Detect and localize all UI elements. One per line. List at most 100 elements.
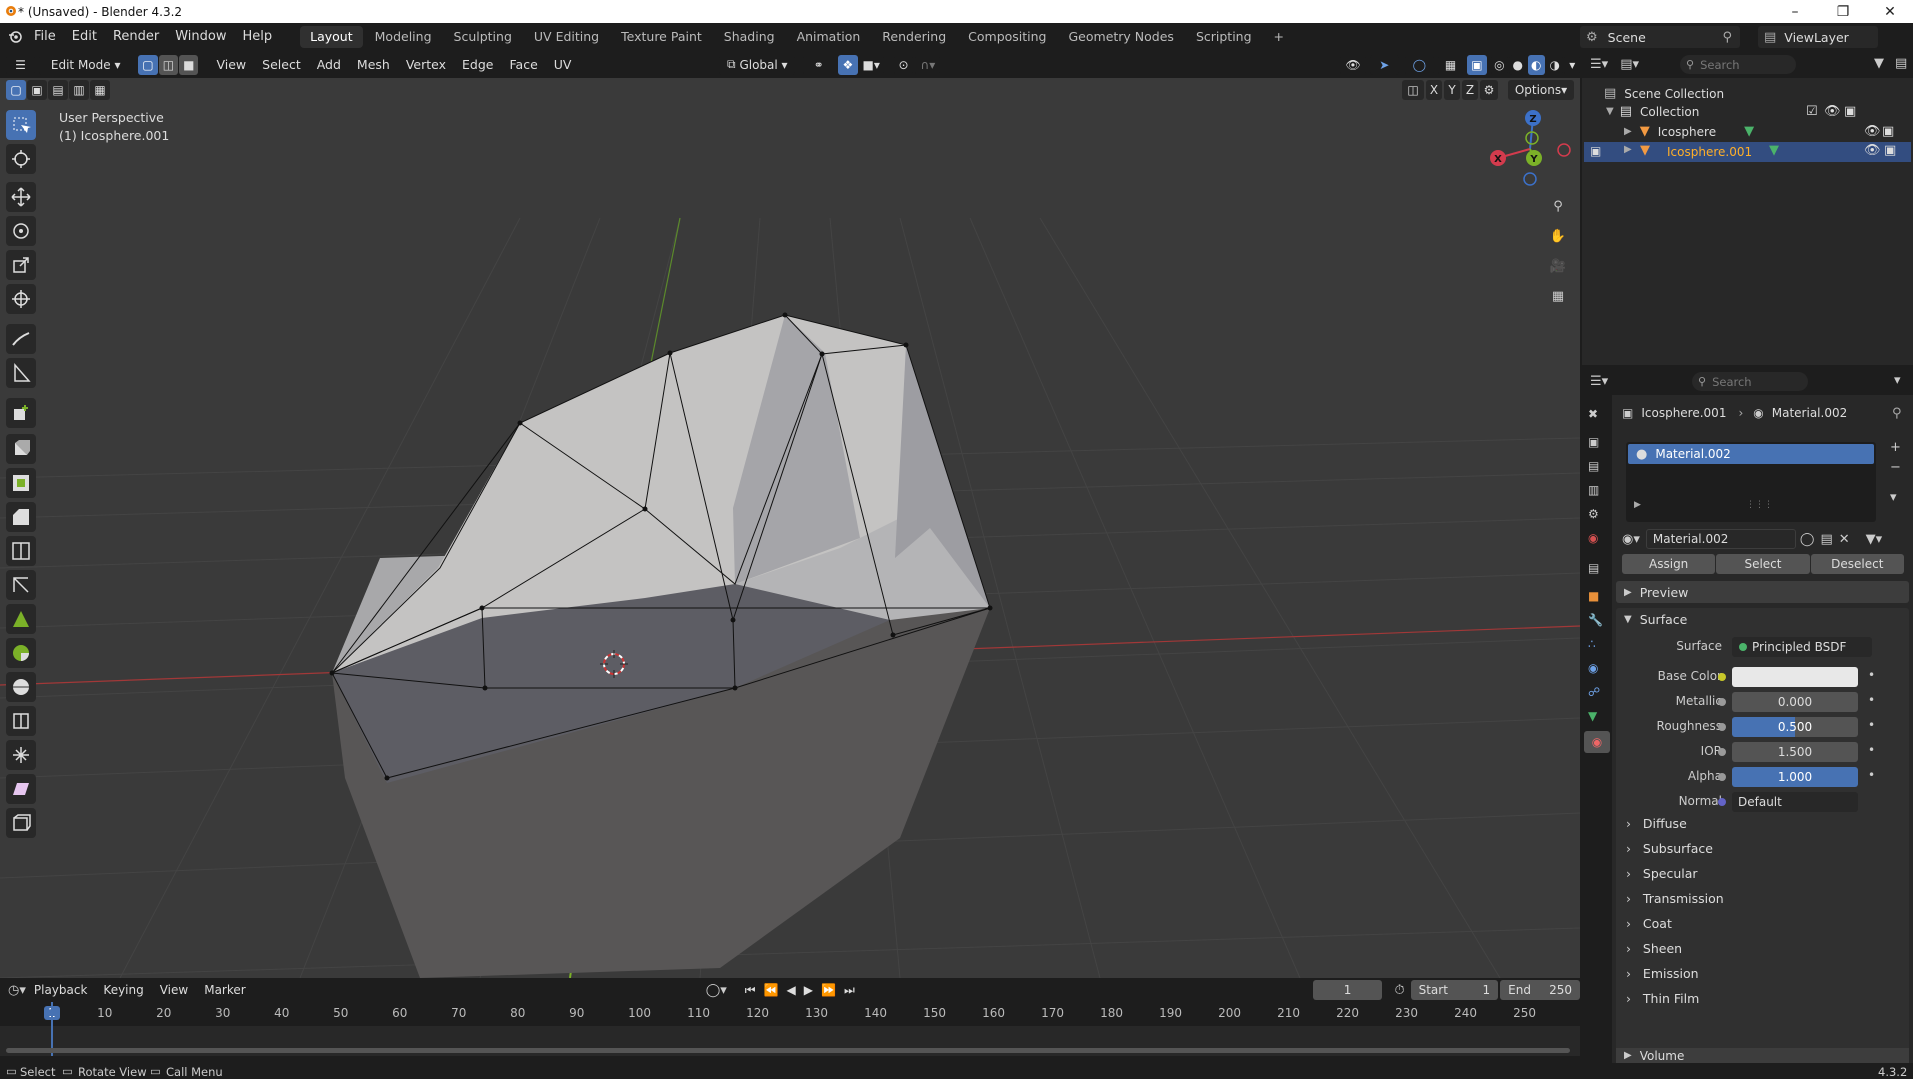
jump-end-icon[interactable]: ⏭ [844,983,855,998]
properties-editor-type-icon[interactable]: ☰▾ [1590,374,1608,389]
scene-selector[interactable]: ⚙ Scene ⚲ [1580,26,1740,48]
mirror-x-toggle[interactable]: X [1426,80,1442,100]
extrude-tool[interactable] [6,434,36,464]
collection-row[interactable]: ▼ ▤ Collection ☑ 👁 ▣ [1606,104,1906,119]
material-slot-row[interactable]: ● Material.002 [1628,444,1874,464]
mesh-edit-overlays-dropdown[interactable]: ▦ [1437,54,1464,75]
pin-icon[interactable]: ⚲ [1722,30,1732,45]
editor-type-button[interactable]: ☰ [6,54,36,75]
material-preview-shading-button[interactable]: ◐ [1527,54,1545,75]
tool-tab-icon[interactable]: ✖ [1588,407,1598,421]
menu-edit[interactable]: Edit [64,23,105,51]
viewlayer-selector[interactable]: ▤ ViewLayer [1758,26,1878,48]
mode-dropdown[interactable]: Edit Mode ▾ [39,54,133,75]
tab-texture-paint[interactable]: Texture Paint [611,26,712,48]
tab-scripting[interactable]: Scripting [1186,26,1262,48]
mirror-y-toggle[interactable]: Y [1444,80,1460,100]
vp-menu-face[interactable]: Face [502,51,546,79]
outliner-search[interactable]: ⚲ Search [1680,55,1796,74]
physics-tab-icon[interactable]: ◉ [1588,661,1598,675]
render-tab-icon[interactable]: ▣ [1588,435,1599,449]
tab-modeling[interactable]: Modeling [365,26,442,48]
shear-tool[interactable] [6,774,36,804]
pin-icon[interactable]: ⚲ [1892,406,1902,421]
snap-target-dropdown[interactable]: ■▾ [858,54,884,75]
overlays-toggle[interactable]: ◯ [1404,54,1434,75]
alpha-slider[interactable]: 1.000 [1732,767,1858,787]
transform-orientation-dropdown[interactable]: ⧉ Global ▾ [719,54,796,75]
timeline-ruler[interactable]: 1102030405060708090100110120130140150160… [0,1002,1580,1026]
proportional-editing-toggle[interactable]: ⊙ [893,54,914,75]
ior-field[interactable]: 1.500 [1732,742,1858,762]
viewport-canvas[interactable] [0,78,1580,978]
tab-rendering[interactable]: Rendering [872,26,956,48]
timeline-menu-marker[interactable]: Marker [196,976,253,1004]
pan-hand-icon[interactable]: ✋ [1545,223,1571,249]
smooth-tool[interactable] [6,672,36,702]
view-layer-tab-icon[interactable]: ▥ [1588,483,1599,497]
vector-socket-icon[interactable] [1718,798,1726,806]
tab-shading[interactable]: Shading [714,26,785,48]
timeline-menu-playback[interactable]: Playback [26,976,96,1004]
scene-collection-row[interactable]: ▤ Scene Collection [1604,86,1724,101]
add-cube-tool[interactable] [6,398,36,428]
metallic-field[interactable]: 0.000 [1732,692,1858,712]
select-extend-button[interactable]: ▣ [27,80,47,100]
timeline-editor-type-icon[interactable]: ◷▾ [8,983,26,998]
keyframe-dot-icon[interactable]: • [1868,693,1875,707]
base-color-swatch[interactable] [1732,667,1858,687]
end-frame-field[interactable]: End 250 [1500,980,1580,1000]
vp-menu-add[interactable]: Add [309,51,349,79]
particles-tab-icon[interactable]: ∴ [1588,637,1596,651]
edge-slide-tool[interactable] [6,706,36,736]
options-dropdown[interactable]: Options ▾ [1508,80,1574,100]
play-icon[interactable]: ▶ [804,983,813,998]
timeline-scrollbar[interactable] [6,1048,1570,1053]
bevel-tool[interactable] [6,502,36,532]
material-browse-icon[interactable]: ◉▾ [1622,532,1640,547]
keyframe-dot-icon[interactable]: • [1868,718,1875,732]
subpanel-thin-film[interactable]: › Thin Film [1626,991,1913,1013]
color-socket-icon[interactable] [1718,673,1726,681]
value-socket-icon[interactable] [1718,773,1726,781]
menu-file[interactable]: File [26,23,64,51]
preview-range-icon[interactable]: ⏱ [1394,983,1404,998]
subpanel-sheen[interactable]: › Sheen [1626,941,1913,963]
chevron-right-icon[interactable]: ▶ [1624,126,1632,137]
loop-cut-tool[interactable] [6,536,36,566]
vp-menu-vertex[interactable]: Vertex [398,51,454,79]
select-box-tool[interactable] [6,110,36,140]
timeline-menu-keying[interactable]: Keying [95,976,151,1004]
slot-specials-icon[interactable]: ▾ [1890,490,1897,505]
render-camera-icon[interactable]: ▣ [1882,124,1894,139]
hide-eye-icon[interactable]: 👁 [1864,143,1881,158]
value-socket-icon[interactable] [1718,723,1726,731]
normal-field[interactable]: Default [1732,792,1858,812]
jump-keyframe-back-icon[interactable]: ⏪ [764,983,779,998]
keyframe-dot-icon[interactable]: • [1868,743,1875,757]
remove-slot-icon[interactable]: − [1890,460,1901,475]
face-select-mode-button[interactable]: ■ [179,54,199,75]
knife-tool[interactable] [6,570,36,600]
assign-button[interactable]: Assign [1622,554,1716,574]
menu-help[interactable]: Help [235,23,281,51]
spin-tool[interactable] [6,638,36,668]
fake-user-icon[interactable]: ◯ [1800,532,1815,547]
select-button[interactable]: Select [1716,554,1810,574]
tab-compositing[interactable]: Compositing [958,26,1056,48]
value-socket-icon[interactable] [1718,698,1726,706]
output-tab-icon[interactable]: ▤ [1588,459,1599,473]
close-button[interactable]: ✕ [1867,0,1913,23]
jump-start-icon[interactable]: ⏮ [745,983,756,998]
subpanel-subsurface[interactable]: › Subsurface [1626,841,1913,863]
pivot-dropdown[interactable]: ⚭ [803,54,835,75]
keyframe-dot-icon[interactable]: • [1868,768,1875,782]
mesh-options-icon[interactable]: ⚙ [1480,80,1498,100]
chevron-down-icon[interactable]: ▾ [1894,373,1901,388]
vp-menu-edge[interactable]: Edge [454,51,501,79]
hide-eye-icon[interactable]: 👁 [1864,124,1881,139]
vp-menu-mesh[interactable]: Mesh [349,51,398,79]
material-tab-icon[interactable]: ◉ [1584,731,1610,753]
preview-panel-header[interactable]: ▶ Preview [1616,581,1909,603]
resize-handle-icon[interactable]: ⋮⋮⋮ [1746,500,1773,510]
